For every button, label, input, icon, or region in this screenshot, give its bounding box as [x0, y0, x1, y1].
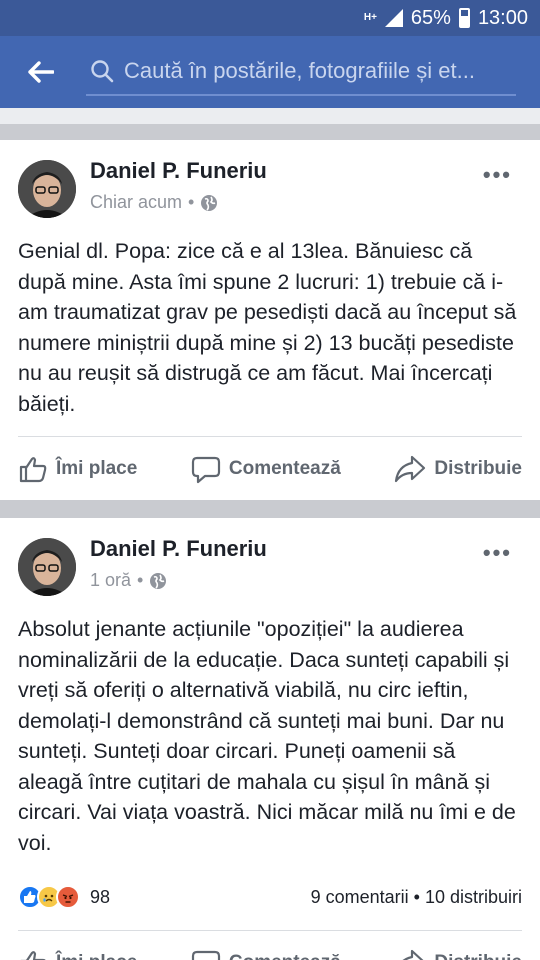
comment-icon	[191, 456, 220, 483]
like-label: Îmi place	[56, 457, 138, 479]
action-bar: Îmi place Comentează Distribuie	[18, 930, 522, 960]
share-icon	[402, 949, 425, 960]
meta-dot: •	[413, 886, 425, 907]
post-text: Genial dl. Popa: zice că e al 13lea. Băn…	[18, 239, 517, 416]
feed-top-spacer	[0, 108, 540, 124]
author-name[interactable]: Daniel P. Funeriu	[90, 536, 267, 562]
post-text: Absolut jenante acțiunile "opoziției" la…	[18, 617, 516, 855]
author-avatar[interactable]	[18, 538, 76, 596]
comment-button[interactable]: Comentează	[191, 454, 341, 484]
action-bar: Îmi place Comentează Distribuie	[18, 436, 522, 500]
post-header: Daniel P. Funeriu Chiar acum • •••	[0, 140, 540, 236]
comment-label: Comentează	[229, 952, 341, 960]
author-name[interactable]: Daniel P. Funeriu	[90, 158, 267, 184]
battery-percent: 65%	[410, 6, 451, 29]
like-button[interactable]: Îmi place	[18, 948, 137, 960]
author-avatar[interactable]	[18, 160, 76, 218]
thumbs-up-icon	[20, 950, 46, 960]
back-button[interactable]	[0, 36, 82, 108]
post-meta: Chiar acum •	[90, 192, 218, 213]
reaction-count-button[interactable]: 98	[18, 885, 110, 909]
share-icon	[395, 455, 426, 482]
share-button[interactable]: Distribuie	[394, 454, 522, 484]
search-input[interactable]	[124, 58, 504, 84]
comment-icon	[191, 950, 220, 960]
share-count: 10 distribuiri	[424, 886, 522, 907]
avatar-image	[18, 538, 76, 596]
angry-reaction-icon	[56, 885, 80, 909]
like-label: Îmi place	[56, 952, 137, 960]
more-options-button[interactable]: •••	[483, 540, 512, 566]
comment-count: 9 comentarii	[310, 886, 409, 907]
post-timestamp[interactable]: Chiar acum	[90, 192, 182, 213]
post-timestamp[interactable]: 1 oră	[90, 570, 131, 591]
search-icon	[91, 60, 114, 83]
reaction-count: 98	[90, 886, 111, 907]
globe-icon	[201, 194, 218, 211]
post-meta: 1 oră •	[90, 570, 167, 591]
status-bar: H+ 65% 13:00	[0, 0, 540, 36]
globe-icon	[150, 572, 167, 589]
share-label: Distribuie	[434, 457, 522, 479]
feed-divider	[0, 500, 540, 518]
post-header: Daniel P. Funeriu 1 oră • •••	[0, 518, 540, 614]
meta-dot: •	[188, 192, 195, 212]
back-arrow-icon	[28, 61, 54, 83]
comment-label: Comentează	[228, 457, 341, 479]
avatar-image	[18, 160, 76, 218]
feed-divider	[0, 124, 540, 140]
like-button[interactable]: Îmi place	[18, 454, 137, 484]
post-card: Daniel P. Funeriu 1 oră • ••• Absolut je…	[0, 518, 540, 960]
comment-button[interactable]: Comentează	[191, 948, 341, 960]
share-label: Distribuie	[434, 952, 522, 960]
post-card: Daniel P. Funeriu Chiar acum • ••• Genia…	[0, 140, 540, 500]
search-bar[interactable]	[86, 48, 516, 96]
signal-icon	[384, 9, 403, 27]
share-button[interactable]: Distribuie	[394, 948, 522, 960]
engagement-stats[interactable]: 9 comentarii • 10 distribuiri	[311, 887, 522, 908]
reactions-summary: 98 9 comentarii • 10 distribuiri	[18, 880, 522, 914]
thumbs-up-icon	[19, 456, 47, 482]
more-options-button[interactable]: •••	[483, 162, 512, 188]
clock: 13:00	[477, 6, 528, 29]
battery-icon	[458, 8, 470, 28]
network-type-indicator: H+	[363, 12, 377, 23]
meta-dot: •	[137, 570, 144, 590]
search-header	[0, 36, 540, 108]
